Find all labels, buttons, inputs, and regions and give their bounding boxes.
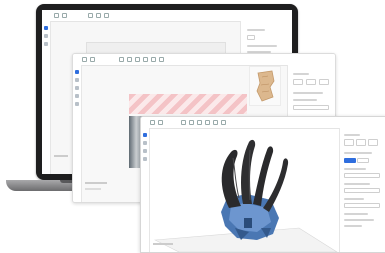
redo-icon[interactable] — [127, 57, 132, 62]
panel-toggle[interactable] — [247, 35, 255, 40]
layers-icon[interactable] — [75, 102, 79, 106]
build-plate-viewport[interactable] — [149, 128, 339, 252]
redo-icon[interactable] — [96, 13, 101, 18]
scale-icon[interactable] — [213, 120, 218, 125]
window-status-text — [85, 188, 101, 190]
window-status-text — [153, 243, 173, 245]
open-file-icon[interactable] — [82, 57, 87, 62]
mode-toggle-active[interactable] — [344, 158, 356, 163]
measure-icon[interactable] — [75, 86, 79, 90]
select-icon[interactable] — [44, 26, 48, 30]
open-file-icon[interactable] — [54, 13, 59, 18]
move-icon[interactable] — [135, 57, 140, 62]
preset-option[interactable] — [368, 139, 378, 146]
save-icon[interactable] — [158, 120, 163, 125]
move-icon[interactable] — [104, 13, 109, 18]
rotate-icon[interactable] — [205, 120, 210, 125]
pan-icon[interactable] — [143, 141, 147, 145]
pan-icon[interactable] — [75, 78, 79, 82]
undo-icon[interactable] — [181, 120, 186, 125]
support-type-toggle[interactable] — [319, 79, 329, 85]
model-fingers-dark — [221, 139, 289, 212]
open-file-icon[interactable] — [150, 120, 155, 125]
scale-icon[interactable] — [151, 57, 156, 62]
thumbnail-part-image — [256, 70, 275, 102]
select-icon[interactable] — [75, 70, 79, 74]
pan-icon[interactable] — [44, 34, 48, 38]
preset-option[interactable] — [344, 139, 354, 146]
support-icon[interactable] — [159, 57, 164, 62]
select-icon[interactable] — [143, 133, 147, 137]
support-type-toggle[interactable] — [293, 79, 303, 85]
measure-icon[interactable] — [143, 149, 147, 153]
redo-icon[interactable] — [189, 120, 194, 125]
window-sidebar — [73, 65, 82, 202]
move-icon[interactable] — [197, 120, 202, 125]
cut-icon[interactable] — [221, 120, 226, 125]
layer-height-field[interactable] — [344, 173, 380, 178]
measure-icon[interactable] — [44, 42, 48, 46]
support-structure-preview — [129, 94, 247, 114]
support-type-toggle[interactable] — [306, 79, 316, 85]
window-status-text — [85, 182, 107, 184]
save-icon[interactable] — [90, 57, 95, 62]
laptop-status-text — [54, 155, 68, 157]
print-settings-panel — [339, 128, 385, 252]
preset-option[interactable] — [356, 139, 366, 146]
rotate-icon[interactable] — [143, 57, 148, 62]
view-icon[interactable] — [75, 94, 79, 98]
support-density-field[interactable] — [293, 105, 329, 110]
support-field[interactable] — [344, 203, 380, 208]
undo-icon[interactable] — [119, 57, 124, 62]
laptop-app-sidebar — [42, 21, 51, 174]
infill-field[interactable] — [344, 188, 380, 193]
mode-toggle[interactable] — [357, 158, 369, 163]
model-thumbnail[interactable] — [249, 66, 281, 106]
undo-icon[interactable] — [88, 13, 93, 18]
view-icon[interactable] — [143, 157, 147, 161]
app-window-model-view — [140, 116, 385, 253]
save-icon[interactable] — [62, 13, 67, 18]
